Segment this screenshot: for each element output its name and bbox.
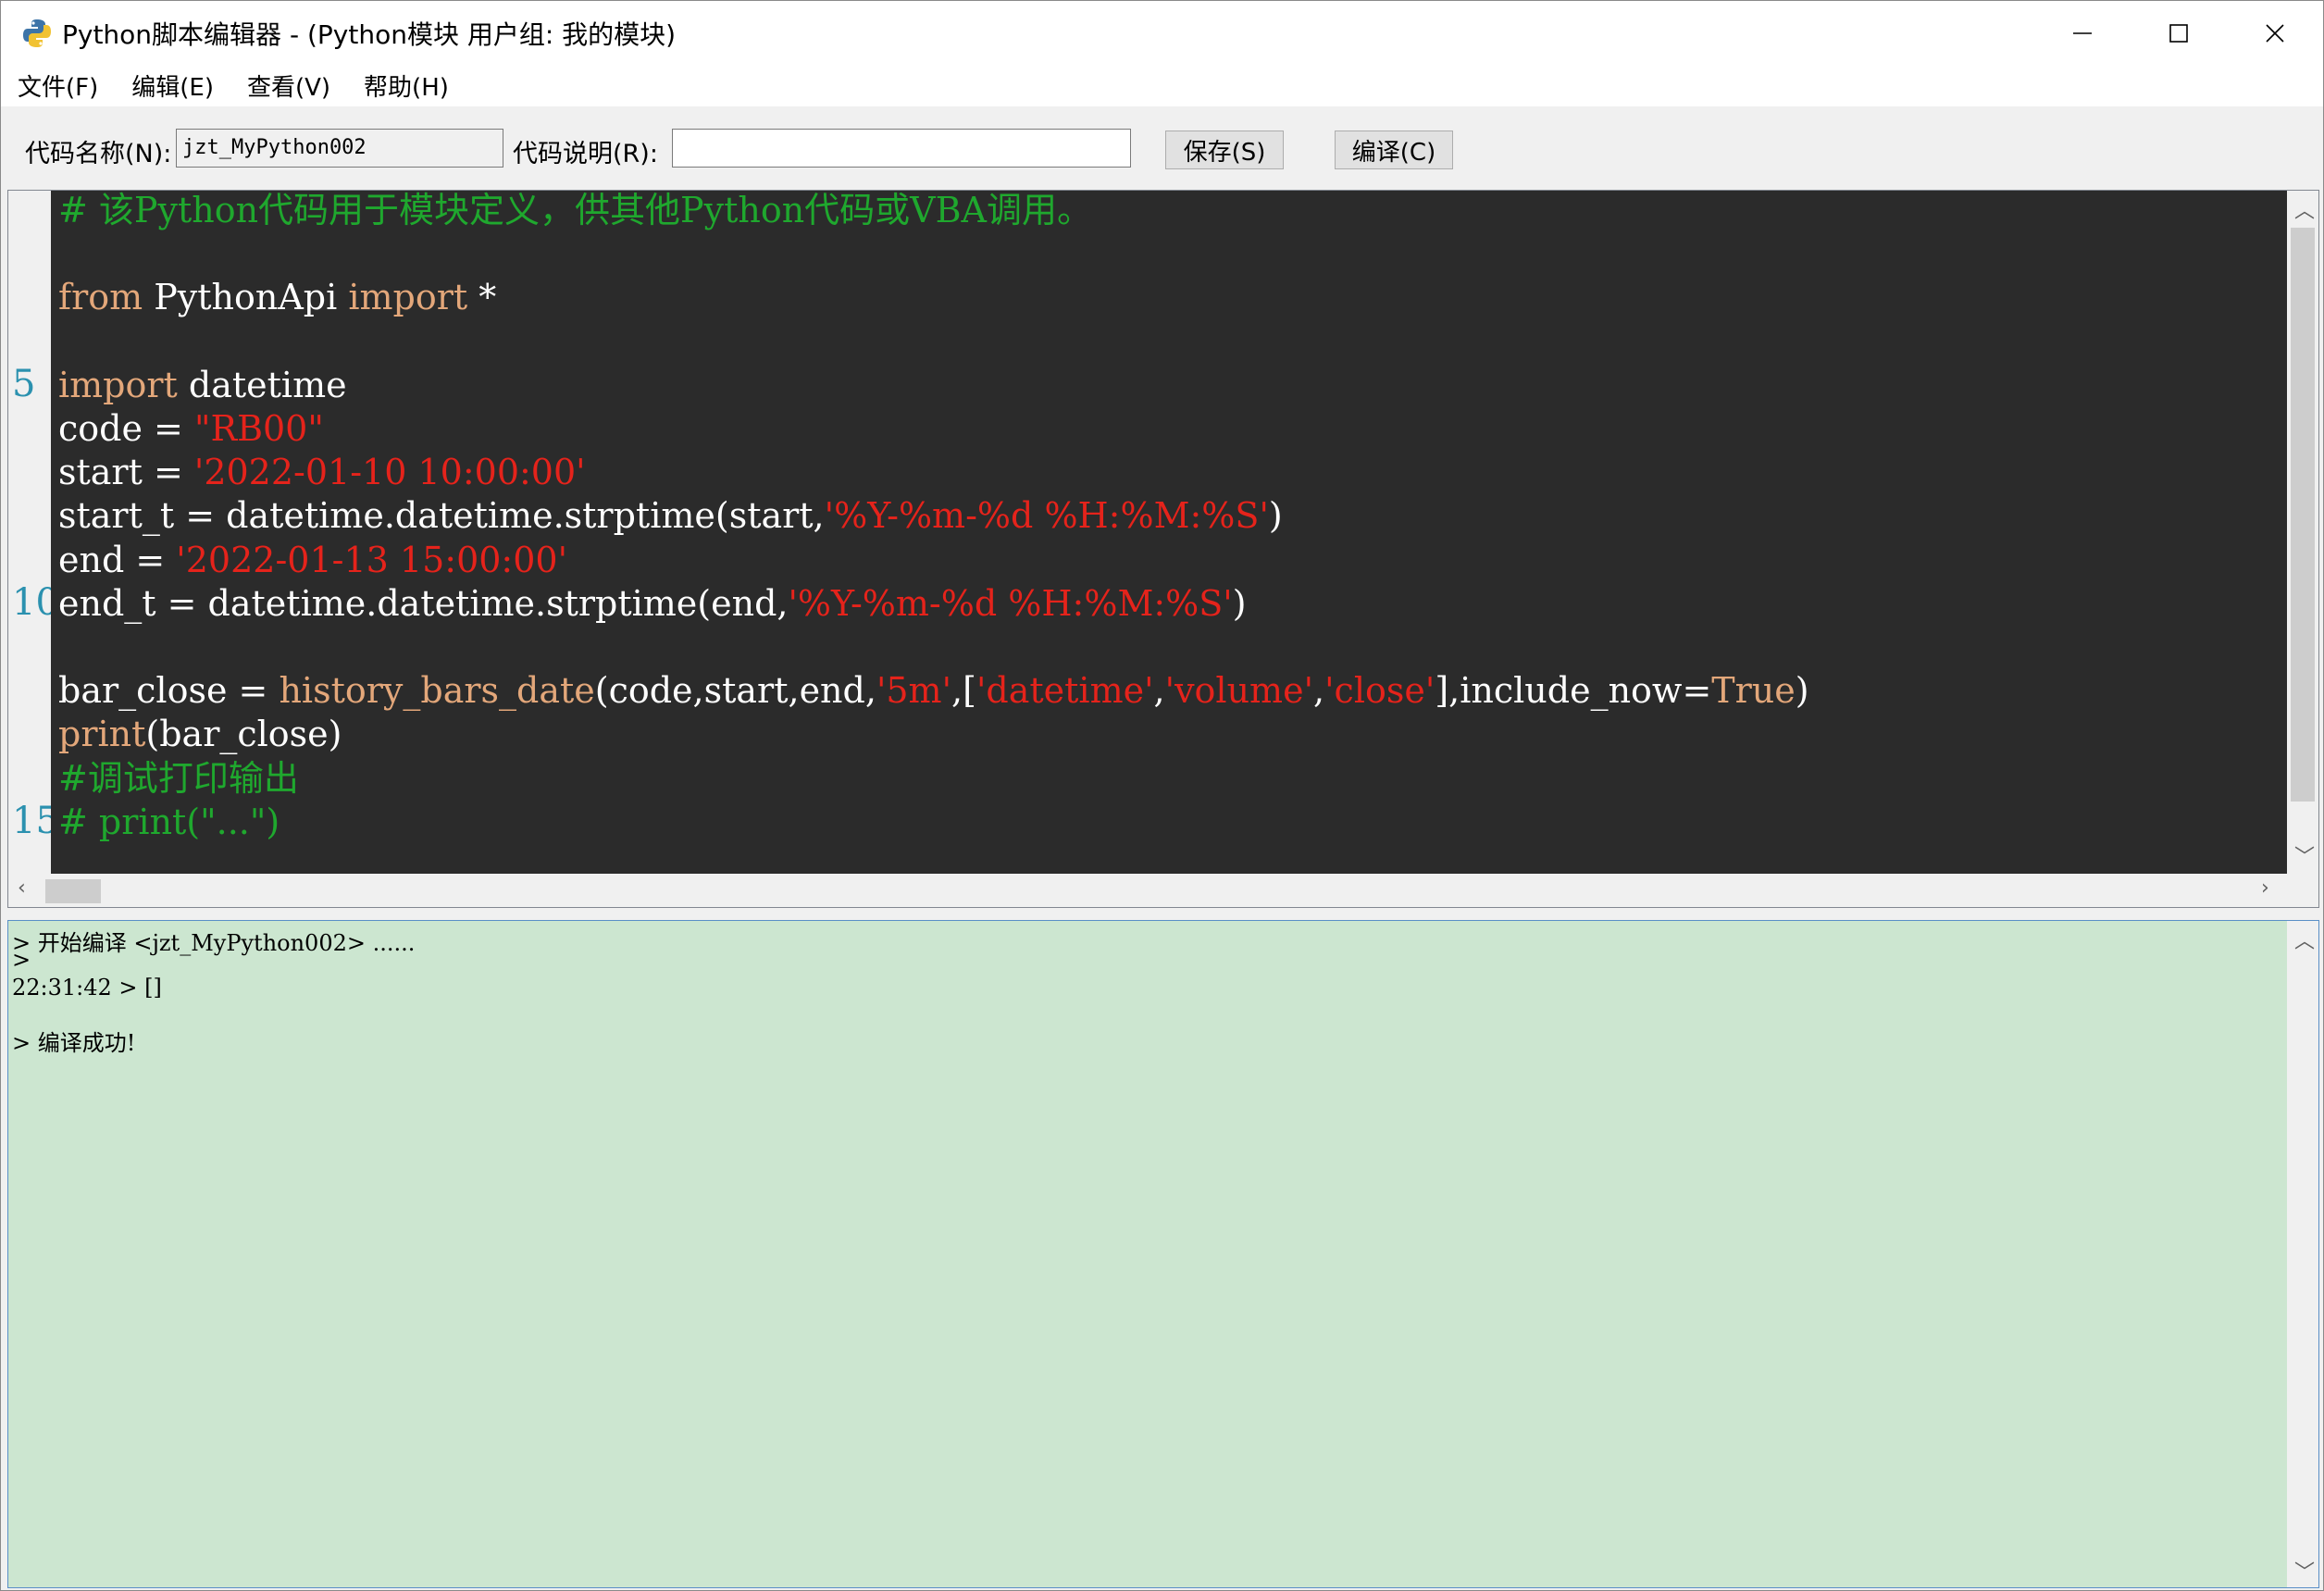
close-button[interactable] [2227, 1, 2323, 65]
code-name-field[interactable]: jzt_MyPython002 [176, 129, 503, 168]
menu-edit[interactable]: 编辑(E) [115, 68, 230, 103]
maximize-icon [2169, 23, 2188, 43]
code-desc-field[interactable] [672, 129, 1131, 168]
code-line[interactable]: start = '2022-01-10 10:00:00' [58, 451, 586, 494]
code-desc-label: 代码说明(R): [513, 140, 658, 168]
minimize-icon [2073, 31, 2092, 34]
scroll-up-icon[interactable]: ︿ [2294, 194, 2315, 224]
python-logo-icon [23, 19, 51, 47]
toolbar: 代码名称(N): jzt_MyPython002 代码说明(R): 保存(S) … [1, 106, 2323, 190]
python-editor-window: Python脚本编辑器 - (Python模块 用户组: 我的模块) 文件(F)… [0, 0, 2324, 1591]
output-line: > [12, 947, 31, 973]
code-line[interactable]: bar_close = history_bars_date(code,start… [58, 669, 1809, 713]
window-title: Python脚本编辑器 - (Python模块 用户组: 我的模块) [62, 19, 677, 50]
code-name-label: 代码名称(N): [25, 140, 172, 168]
code-line[interactable]: start_t = datetime.datetime.strptime(sta… [58, 494, 1283, 538]
compile-output-panel[interactable]: > 开始编译 <jzt_MyPython002> ...... > 22:31:… [7, 920, 2319, 1588]
code-line[interactable]: # print("...") [58, 801, 280, 844]
code-line[interactable]: #调试打印输出 [58, 757, 299, 801]
output-line: > 开始编译 <jzt_MyPython002> ...... [12, 930, 416, 956]
save-button[interactable]: 保存(S) [1165, 131, 1284, 169]
output-vertical-scrollbar[interactable]: ︿ ﹀ [2287, 921, 2318, 1587]
menu-bar: 文件(F) 编辑(E) 查看(V) 帮助(H) [1, 65, 2323, 106]
line-number: 10 [12, 581, 51, 624]
editor-horizontal-scrollbar[interactable]: ‹ › [8, 874, 2289, 907]
code-line[interactable]: # 该Python代码用于模块定义，供其他Python代码或VBA调用。 [58, 191, 1092, 232]
scroll-left-icon[interactable]: ‹ [18, 876, 26, 900]
code-editor[interactable]: 5 10 15 # 该Python代码用于模块定义，供其他Python代码或VB… [7, 190, 2319, 908]
code-line[interactable]: end = '2022-01-13 15:00:00' [58, 539, 567, 582]
editor-vertical-scrollbar[interactable]: ︿ ﹀ [2287, 191, 2318, 874]
code-line[interactable]: code = "RB00" [58, 407, 324, 451]
menu-file[interactable]: 文件(F) [1, 68, 115, 103]
menu-help[interactable]: 帮助(H) [347, 68, 466, 103]
code-line[interactable]: import datetime [58, 364, 347, 407]
code-line[interactable]: from PythonApi import * [58, 276, 496, 319]
line-number: 5 [12, 363, 36, 405]
horizontal-scroll-thumb[interactable] [45, 879, 101, 903]
line-number: 15 [12, 800, 51, 842]
scroll-right-icon[interactable]: › [2261, 876, 2269, 900]
compile-button[interactable]: 编译(C) [1335, 131, 1453, 169]
scroll-down-icon[interactable]: ﹀ [2294, 1556, 2315, 1585]
scroll-down-icon[interactable]: ﹀ [2294, 840, 2315, 870]
menu-view[interactable]: 查看(V) [230, 68, 347, 103]
output-line: > 编译成功! [12, 1030, 136, 1056]
vertical-scroll-thumb[interactable] [2291, 228, 2315, 802]
code-line[interactable]: print(bar_close) [58, 713, 342, 756]
output-line: 22:31:42 > [] [12, 975, 162, 1001]
code-text-area[interactable]: # 该Python代码用于模块定义，供其他Python代码或VBA调用。 from… [51, 191, 2289, 874]
line-number-gutter: 5 10 15 [8, 191, 51, 874]
scroll-up-icon[interactable]: ︿ [2294, 925, 2315, 954]
maximize-button[interactable] [2131, 1, 2227, 65]
code-line[interactable]: end_t = datetime.datetime.strptime(end,'… [58, 582, 1247, 626]
minimize-button[interactable] [2034, 1, 2131, 65]
title-bar[interactable]: Python脚本编辑器 - (Python模块 用户组: 我的模块) [1, 1, 2323, 65]
close-icon [2266, 23, 2284, 43]
